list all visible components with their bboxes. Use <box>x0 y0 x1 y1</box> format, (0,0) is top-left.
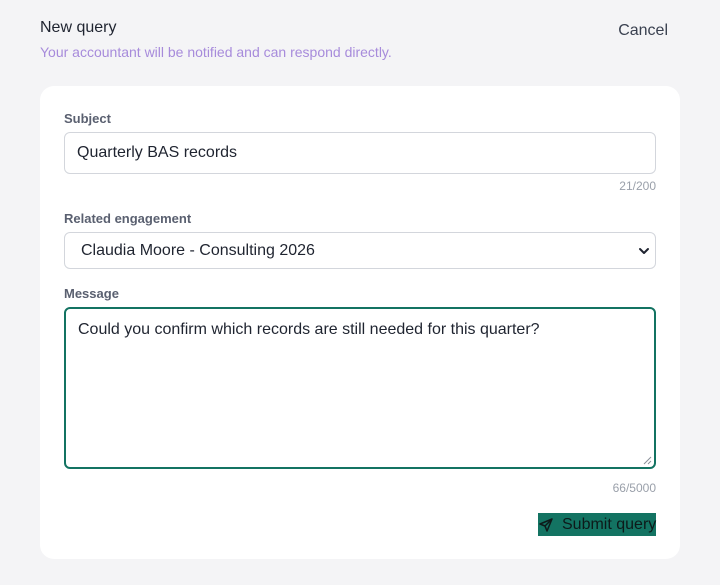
message-label: Message <box>64 286 119 301</box>
engagement-selected-value: Claudia Moore - Consulting 2026 <box>81 242 315 259</box>
cancel-button[interactable]: Cancel <box>618 21 668 41</box>
chevron-down-icon <box>639 248 649 254</box>
message-text: Could you confirm which records are stil… <box>78 321 540 338</box>
send-icon <box>539 518 553 532</box>
page-subtitle: Your accountant will be notified and can… <box>40 44 392 60</box>
page-title: New query <box>40 19 117 36</box>
page-header: New query Your accountant will be notifi… <box>40 18 680 68</box>
subject-char-counter: 21/200 <box>619 179 656 193</box>
subject-label: Subject <box>64 111 111 126</box>
engagement-label: Related engagement <box>64 211 192 226</box>
engagement-select[interactable]: Claudia Moore - Consulting 2026 <box>64 232 656 269</box>
subject-input[interactable]: Quarterly BAS records <box>64 132 656 174</box>
submit-label: Submit query <box>562 516 657 533</box>
message-char-counter: 66/5000 <box>612 481 656 495</box>
resize-handle-icon[interactable] <box>642 455 652 465</box>
message-textarea[interactable]: Could you confirm which records are stil… <box>64 307 656 469</box>
submit-query-button[interactable]: Submit query <box>538 513 656 536</box>
query-form-card: Subject Quarterly BAS records 21/200 Rel… <box>40 86 680 559</box>
